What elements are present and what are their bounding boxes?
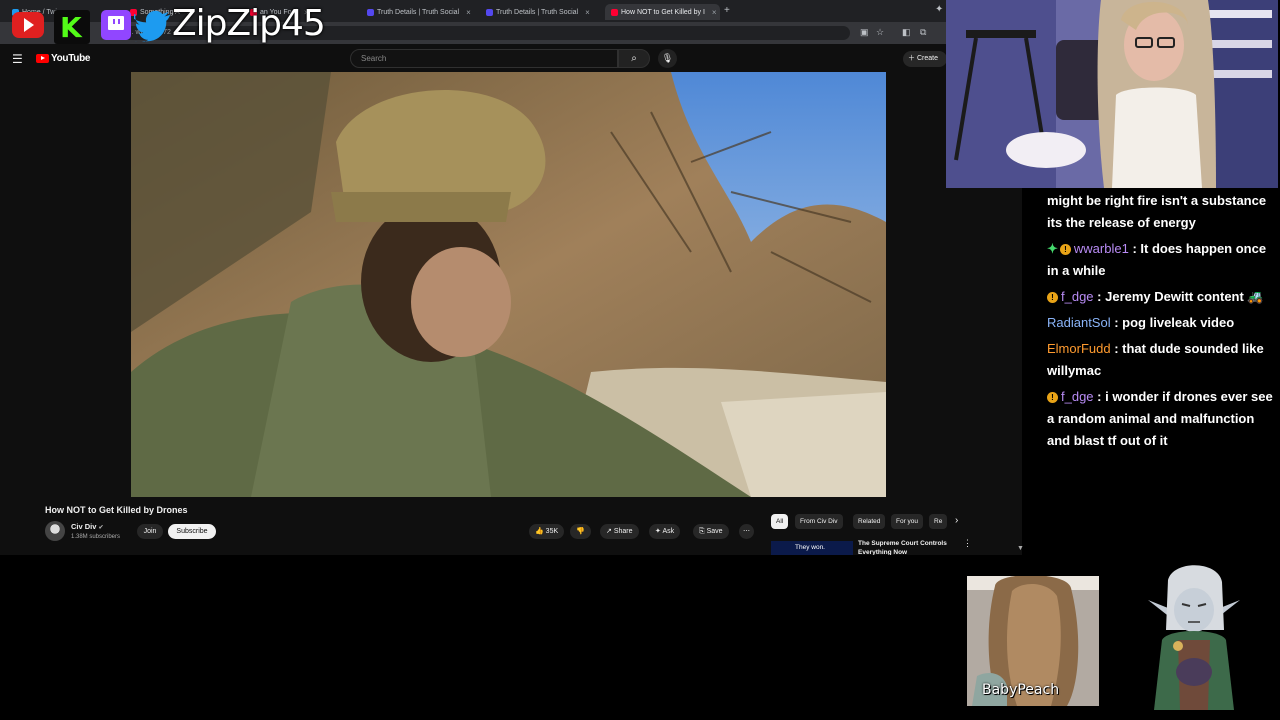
chat-text: : Jeremy Dewitt content 🚜 [1097, 289, 1264, 304]
gem-badge-icon: ✦ [1047, 241, 1058, 256]
chat-username[interactable]: ElmorFudd [1047, 341, 1111, 356]
chat-username[interactable]: f_dge [1061, 389, 1094, 404]
join-button[interactable]: Join [137, 524, 163, 539]
like-button[interactable]: 👍 35K [529, 524, 565, 539]
webcam-feed [946, 0, 1278, 188]
youtube-play-icon [24, 18, 34, 32]
twitter-icon [134, 10, 171, 42]
subscriber-badge-icon: ! [1047, 392, 1058, 403]
new-tab-icon[interactable]: + [724, 5, 730, 16]
kick-letter-icon: K [60, 11, 82, 44]
tab-close-icon[interactable]: × [585, 8, 590, 17]
search-icon[interactable]: ⌕ [618, 49, 650, 68]
share-button[interactable]: ↗ Share [600, 524, 639, 539]
streamer-handle: ZipZip45 [172, 3, 326, 44]
chat-username[interactable]: RadiantSol [1047, 315, 1111, 330]
channel-avatar[interactable] [45, 521, 65, 541]
tab-close-icon[interactable]: × [712, 8, 717, 17]
search-input[interactable]: Search [350, 49, 618, 68]
create-label: Create [916, 55, 938, 62]
filter-chip[interactable]: For you [891, 514, 924, 529]
filter-chip[interactable]: Related [853, 514, 886, 529]
plus-icon: ＋ [908, 55, 915, 62]
chat-message: ! f_dge : i wonder if drones ever see a r… [1047, 386, 1280, 452]
filter-chip[interactable]: All [771, 514, 789, 529]
channel-name-text[interactable]: Civ Div [71, 522, 96, 531]
stream-chat: might be right fire isn't a substance it… [1047, 190, 1280, 456]
filter-chip[interactable]: Re [929, 514, 948, 529]
subscriber-badge-icon: ! [1047, 292, 1058, 303]
tab-favicon-icon [611, 8, 618, 16]
verified-icon: ✔ [98, 525, 104, 531]
filter-chip[interactable]: From Civ Div [795, 514, 843, 529]
chat-username[interactable]: f_dge [1061, 289, 1094, 304]
chat-username[interactable]: wwarble1 [1074, 241, 1129, 256]
twitch-bubble-icon [108, 16, 124, 30]
tab-label: Truth Details | Truth Social [496, 8, 579, 16]
video-frame-image [131, 72, 886, 497]
ask-label: Ask [662, 528, 675, 535]
guest-name: BabyPeach [982, 682, 1060, 698]
chat-text: might be right fire isn't a substance it… [1047, 193, 1267, 230]
tab-favicon-icon [486, 8, 493, 16]
tab-favicon-icon [367, 8, 374, 16]
subscriber-badge-icon: ! [1059, 244, 1071, 255]
subscriber-count: 1.38M subscribers [71, 534, 121, 540]
tab-label: How NOT to Get Killed by I [621, 8, 705, 16]
sparkle-icon: ✦ [655, 528, 661, 535]
save-label: Save [706, 528, 723, 535]
bookmark-star-icon[interactable]: ☆ [876, 27, 884, 38]
save-button[interactable]: ⎘ Save [693, 524, 729, 539]
like-count: 35K [545, 528, 559, 535]
more-actions-icon[interactable]: ⋯ [739, 524, 754, 539]
subscribe-button[interactable]: Subscribe [168, 524, 216, 539]
microphone-icon[interactable]: 🎙 [658, 49, 677, 68]
recommended-video-title[interactable]: The Supreme Court Controls Everything No… [858, 539, 958, 555]
youtube-brand[interactable]: YouTube [51, 53, 91, 64]
thumbs-down-icon: 👎 [576, 528, 585, 535]
chat-message: might be right fire isn't a substance it… [1047, 190, 1280, 234]
chat-message: RadiantSol : pog liveleak video [1047, 312, 1280, 334]
thumbs-up-icon: 👍 [535, 528, 544, 535]
scroll-down-icon[interactable]: ▼ [1017, 545, 1024, 552]
tab-close-icon[interactable]: × [466, 8, 471, 17]
dislike-button[interactable]: 👎 [570, 524, 591, 539]
hamburger-menu-icon[interactable]: ☰ [12, 52, 23, 66]
browser-tab[interactable]: Truth Details | Truth Social × [486, 4, 596, 20]
channel-name[interactable]: Civ Div ✔ [71, 522, 104, 531]
chevron-right-icon[interactable]: › [955, 515, 958, 526]
install-icon[interactable]: ▣ [860, 27, 869, 38]
extension-icon[interactable]: ◧ [902, 27, 911, 38]
chat-message: ElmorFudd : that dude sounded like willy… [1047, 338, 1280, 382]
youtube-logo-play-icon [41, 56, 45, 60]
puzzle-icon[interactable]: ⧉ [920, 27, 926, 38]
twitch-eye-icon [118, 19, 120, 24]
chat-message: ! f_dge : Jeremy Dewitt content 🚜 [1047, 286, 1280, 308]
create-button[interactable]: ＋ Create [903, 51, 947, 67]
chat-text: : pog liveleak video [1114, 315, 1235, 330]
elf-mascot-avatar [1148, 565, 1240, 710]
browser-tab[interactable]: How NOT to Get Killed by I × [605, 4, 720, 20]
chat-message: ✦! wwarble1 : It does happen once in a wh… [1047, 238, 1280, 282]
share-label: Share [613, 528, 633, 535]
browser-tab[interactable]: Truth Details | Truth Social × [367, 4, 477, 20]
video-title: How NOT to Get Killed by Drones [45, 505, 188, 515]
ask-button[interactable]: ✦ Ask [649, 524, 681, 539]
twitch-eye-icon [113, 19, 115, 24]
share-icon: ↗ [606, 528, 612, 535]
bookmark-icon: ⎘ [699, 528, 705, 535]
video-player[interactable] [131, 72, 886, 497]
recommended-video-thumbnail[interactable]: They won. [771, 541, 853, 555]
kebab-menu-icon[interactable]: ⋮ [963, 538, 972, 549]
webcam-image [946, 0, 1278, 188]
window-menu-icon[interactable]: ✦ [935, 4, 943, 15]
tab-label: Truth Details | Truth Social [377, 8, 460, 16]
